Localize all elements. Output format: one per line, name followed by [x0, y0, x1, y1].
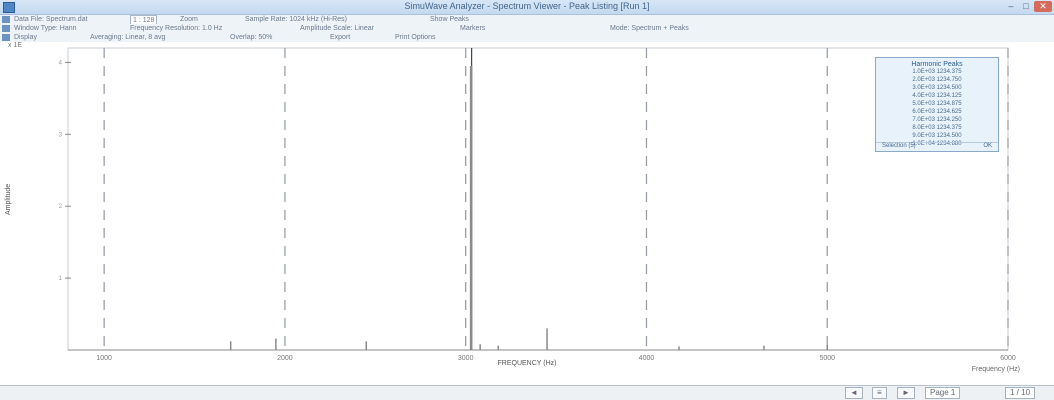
show-peaks-button[interactable]: Show Peaks	[430, 15, 469, 24]
status-bar: ◄ ≡ ► Page 1 1 / 10	[0, 385, 1054, 400]
settings-icon	[2, 25, 10, 32]
window-type-label: Window Type: Hann	[14, 25, 77, 32]
prev-page-button[interactable]: ◄	[845, 387, 863, 399]
sample-rate-label: Sample Rate: 1024 kHz (Hi-Res)	[245, 16, 347, 23]
y-axis-label: Amplitude	[5, 183, 12, 215]
display-button[interactable]: Display	[14, 33, 37, 42]
y-tick-label: 4	[59, 60, 63, 66]
legend-entries: 1.0E+03 1234.375 2.0E+03 1234.750 3.0E+03 …	[876, 68, 998, 148]
page-count: 1 / 10	[1005, 387, 1036, 399]
legend-entry: 9.0E+03 1234.500	[912, 133, 962, 139]
legend-entry: 4.0E+03 1234.125	[912, 93, 962, 99]
toolbar-row-3: Display Averaging: Linear, 8 avg Overlap…	[0, 33, 1054, 42]
grid-lines	[103, 48, 1009, 350]
legend-entry: 5.0E+03 1234.875	[912, 101, 962, 107]
toolbar-row-2: Window Type: Hann Frequency Resolution: …	[0, 24, 1054, 33]
legend-title: Harmonic Peaks	[911, 61, 963, 68]
print-options-button[interactable]: Print Options	[395, 33, 435, 42]
next-page-button[interactable]: ►	[897, 387, 915, 399]
markers-button[interactable]: Markers	[460, 24, 485, 33]
data-file-label: Data File: Spectrum.dat	[14, 16, 88, 23]
averaging-label: Averaging: Linear, 8 avg	[90, 34, 166, 41]
mode-label: Mode: Spectrum + Peaks	[610, 25, 689, 32]
y-tick-label: 3	[59, 132, 63, 138]
legend-footer: Selection (5) OK	[876, 142, 998, 149]
display-icon	[2, 34, 10, 41]
window-title: SimuWave Analyzer - Spectrum Viewer - Pe…	[404, 1, 650, 11]
y-tick-label: 1	[59, 276, 63, 282]
y-tick-label: 2	[59, 204, 63, 210]
legend-ok-button[interactable]: OK	[983, 143, 992, 149]
amplitude-scale-label: Amplitude Scale: Linear	[300, 25, 374, 32]
y-axis-ticks: 4 3 2 1	[59, 60, 71, 282]
legend-entry: 1.0E+03 1234.375	[912, 69, 962, 75]
x-axis-label: FREQUENCY (Hz)	[497, 360, 557, 367]
legend-entry: 2.0E+03 1234.750	[912, 77, 962, 83]
x-axis-corner-note: Frequency (Hz)	[971, 366, 1020, 373]
file-icon	[2, 16, 10, 23]
title-bar: SimuWave Analyzer - Spectrum Viewer - Pe…	[0, 0, 1054, 15]
zoom-menu-button[interactable]: ≡	[872, 387, 887, 399]
data-marks	[68, 65, 1008, 351]
resolution-label: Frequency Resolution: 1.0 Hz	[130, 25, 223, 32]
maximize-button[interactable]: □	[1019, 1, 1033, 12]
close-button[interactable]: ✕	[1034, 1, 1052, 12]
peak-legend[interactable]: Harmonic Peaks 1.0E+03 1234.375 2.0E+03 1…	[875, 57, 999, 152]
overlap-label: Overlap: 50%	[230, 34, 273, 41]
legend-entry: 8.0E+03 1234.375	[912, 125, 962, 131]
minimize-button[interactable]: –	[1004, 1, 1018, 12]
export-button[interactable]: Export	[330, 33, 350, 42]
legend-entry: 6.0E+03 1234.625	[912, 109, 962, 115]
page-field[interactable]: Page 1	[925, 387, 961, 399]
legend-footer-label: Selection (5)	[882, 143, 916, 149]
legend-entry: 3.0E+03 1234.500	[912, 85, 962, 91]
zoom-button[interactable]: Zoom	[180, 15, 198, 24]
legend-entry: 7.0E+03 1234.250	[912, 117, 962, 123]
plot-area[interactable]	[67, 47, 1009, 351]
toolbar-row-1: Data File: Spectrum.dat 1 : 128 Zoom Sam…	[0, 15, 1054, 26]
plot-scale-label: x 1E	[8, 42, 23, 49]
